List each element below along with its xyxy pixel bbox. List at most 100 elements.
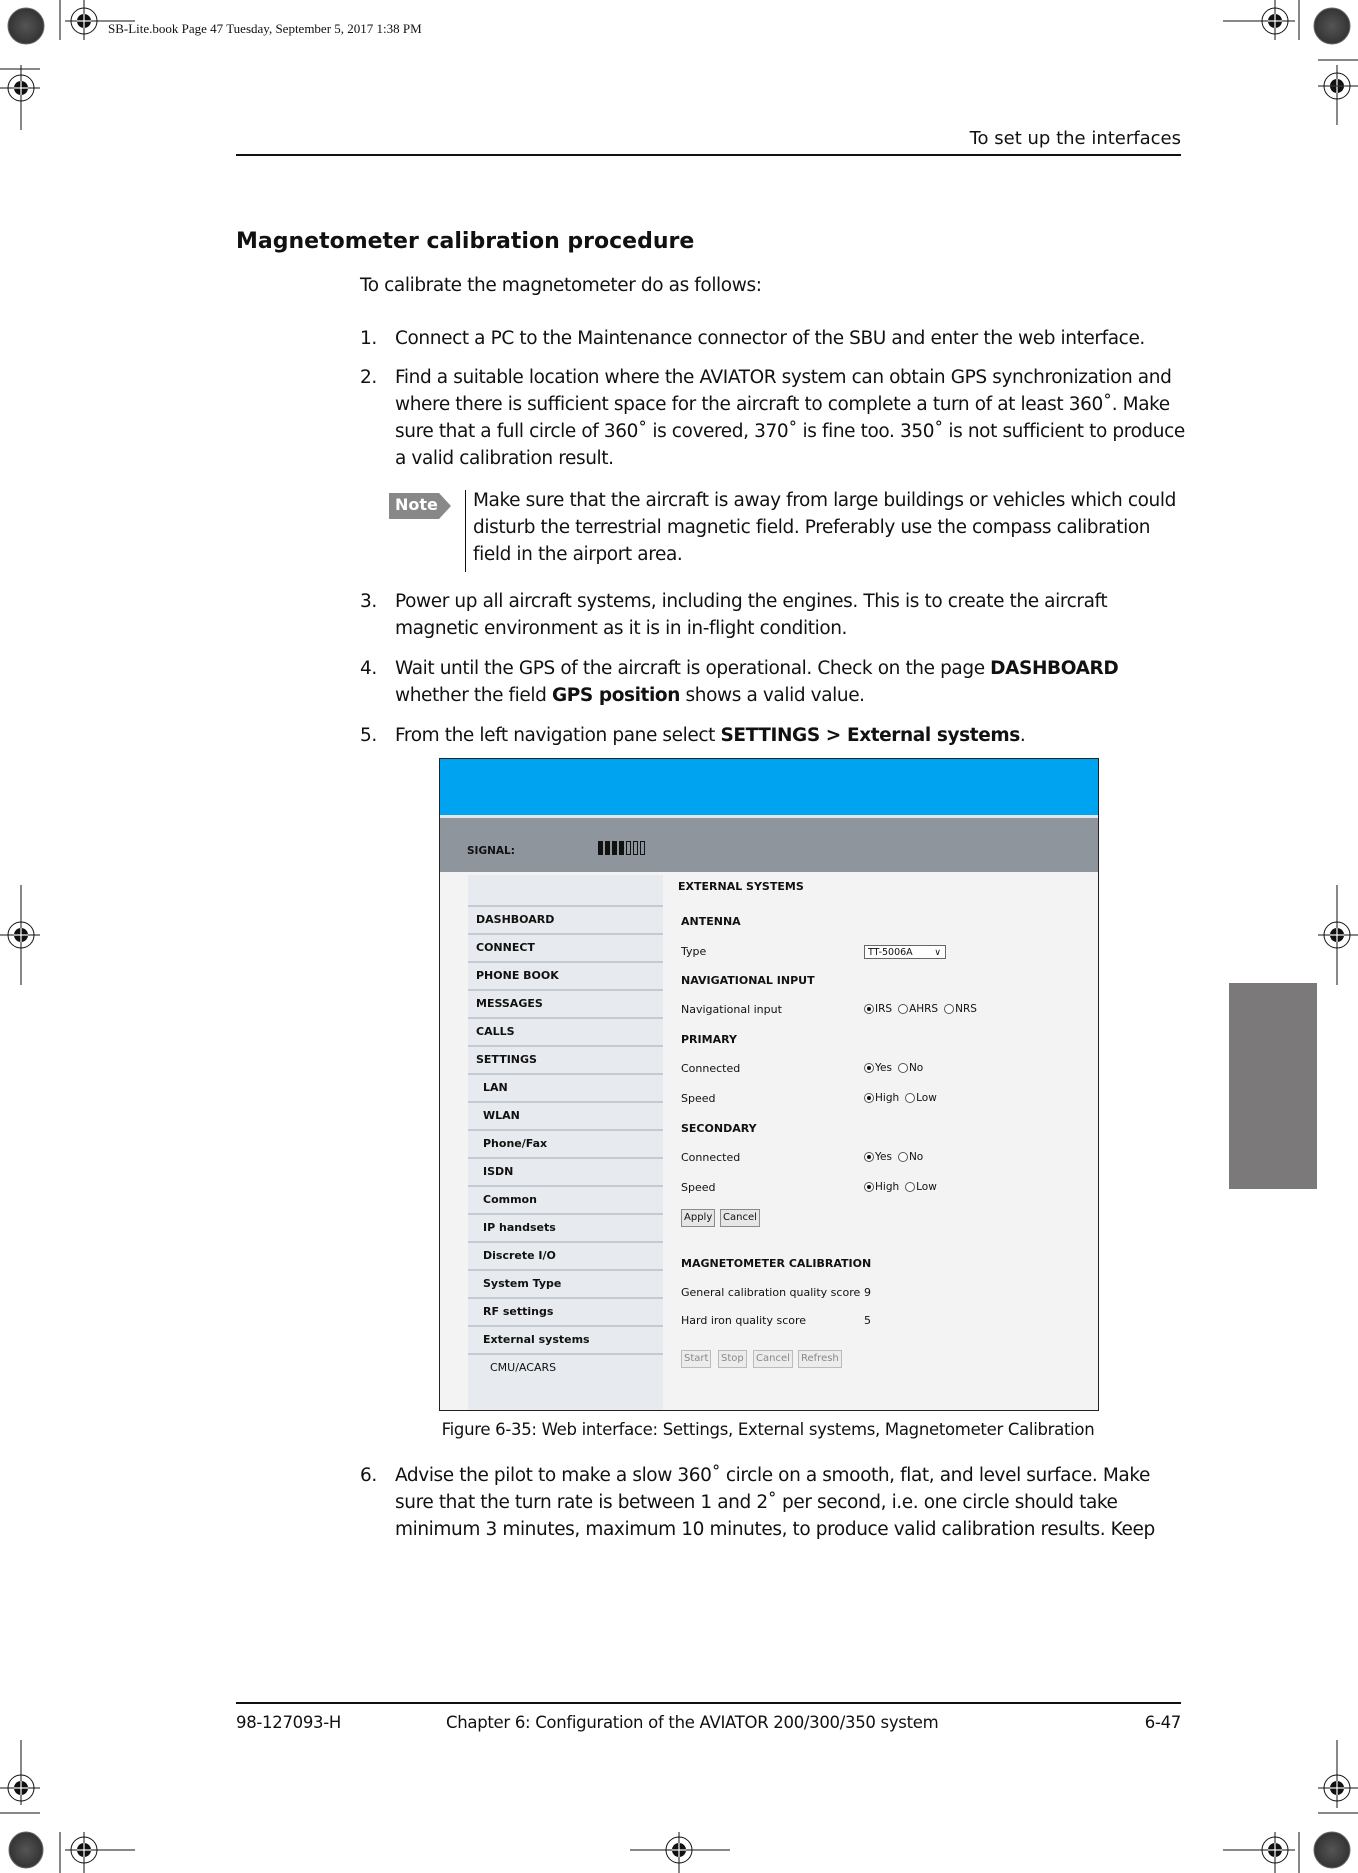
nav-item-discrete-i-o[interactable]: Discrete I/O: [468, 1241, 663, 1269]
note-label: Note: [395, 495, 438, 514]
step-text: Power up all aircraft systems, including…: [395, 591, 1108, 639]
note-divider: [465, 490, 466, 572]
radio-label: High: [875, 1092, 900, 1104]
nav-item-settings[interactable]: SETTINGS: [468, 1045, 663, 1073]
emphasis-gps-position: GPS position: [551, 685, 681, 706]
antenna-heading: ANTENNA: [681, 915, 741, 928]
secondary-connected-label: Connected: [681, 1151, 741, 1164]
emphasis-nav-path: SETTINGS > External systems: [720, 725, 1020, 746]
radio-label: Low: [916, 1181, 937, 1193]
section-title: Magnetometer calibration procedure: [236, 229, 695, 254]
magnetometer-heading: MAGNETOMETER CALIBRATION: [681, 1257, 872, 1270]
signal-bar: [440, 818, 1098, 872]
radio-nav_input-ahrs[interactable]: [898, 1004, 909, 1014]
radio-secondary-speed-high[interactable]: [864, 1182, 874, 1192]
nav-item-external-systems[interactable]: External systems: [468, 1325, 663, 1353]
nav-item-system-type[interactable]: System Type: [468, 1269, 663, 1297]
radio-label: AHRS: [909, 1003, 939, 1015]
nav-item-calls[interactable]: CALLS: [468, 1017, 663, 1045]
nav-item-ip-handsets[interactable]: IP handsets: [468, 1213, 663, 1241]
chevron-down-icon: ∨: [934, 948, 941, 958]
hard-iron-score-label: Hard iron quality score: [681, 1314, 807, 1327]
color-wheel-icon: [7, 7, 45, 45]
nav-input-label: Navigational input: [681, 1003, 782, 1016]
primary-connected-radios: Yes No: [864, 1062, 929, 1074]
signal-segment: [598, 841, 603, 855]
radio-nav_input-irs[interactable]: [864, 1004, 874, 1014]
nav-item-phone-book[interactable]: PHONE BOOK: [468, 961, 663, 989]
signal-label: SIGNAL:: [467, 845, 515, 857]
step-text: From the left navigation pane select SET…: [395, 725, 1026, 746]
stop-button[interactable]: Stop: [718, 1350, 747, 1368]
secondary-connected-radios: Yes No: [864, 1151, 929, 1163]
signal-segment: [619, 841, 624, 855]
radio-label: No: [908, 1062, 924, 1074]
nav-input-radios: IRS AHRS NRS: [864, 1003, 983, 1015]
print-slug: SB-Lite.book Page 47 Tuesday, September …: [108, 21, 422, 36]
refresh-button[interactable]: Refresh: [798, 1350, 842, 1368]
radio-primary-connected-yes[interactable]: [864, 1063, 874, 1073]
radio-label: No: [908, 1151, 924, 1163]
step-text: Find a suitable location where the AVIAT…: [395, 367, 1185, 469]
radio-primary-connected-no[interactable]: [897, 1063, 908, 1073]
radio-label: NRS: [955, 1003, 977, 1015]
nav-item-phone-fax[interactable]: Phone/Fax: [468, 1129, 663, 1157]
signal-segment: [626, 841, 631, 855]
step-text: Advise the pilot to make a slow 360˚ cir…: [395, 1465, 1155, 1540]
secondary-speed-radios: High Low: [864, 1181, 943, 1193]
secondary-heading: SECONDARY: [681, 1122, 757, 1135]
nav-item-connect[interactable]: CONNECT: [468, 933, 663, 961]
nav-item-lan[interactable]: LAN: [468, 1073, 663, 1101]
secondary-speed-label: Speed: [681, 1181, 716, 1194]
primary-heading: PRIMARY: [681, 1033, 737, 1046]
signal-segment: [605, 841, 610, 855]
signal-segment: [633, 841, 638, 855]
nav-item-dashboard[interactable]: DASHBOARD: [468, 905, 663, 933]
top-banner: [440, 759, 1098, 815]
step-number: 6.: [360, 1465, 377, 1486]
signal-segment: [612, 841, 617, 855]
calibration-cancel-button[interactable]: Cancel: [753, 1350, 793, 1368]
step-number: 5.: [360, 725, 377, 746]
nav-item-rf-settings[interactable]: RF settings: [468, 1297, 663, 1325]
step-text: Connect a PC to the Maintenance connecto…: [395, 328, 1145, 349]
step-number: 2.: [360, 367, 377, 388]
page-number: 6-47: [1144, 1713, 1182, 1732]
radio-label: IRS: [875, 1003, 893, 1015]
antenna-type-select[interactable]: TT-5006A ∨: [864, 945, 946, 959]
color-wheel-icon: [1313, 7, 1351, 45]
nav-item-isdn[interactable]: ISDN: [468, 1157, 663, 1185]
doc-number: 98-127093-H: [236, 1713, 341, 1732]
step-number: 4.: [360, 658, 377, 679]
nav-item-messages[interactable]: MESSAGES: [468, 989, 663, 1017]
radio-label: Yes: [875, 1062, 892, 1074]
step-text: Wait until the GPS of the aircraft is op…: [395, 658, 1119, 706]
color-wheel-icon: [8, 1831, 44, 1869]
radio-label: High: [875, 1181, 900, 1193]
radio-label: Yes: [875, 1151, 892, 1163]
chapter-thumb-tab: [1229, 983, 1317, 1189]
radio-secondary-speed-low[interactable]: [905, 1182, 916, 1192]
intro-text: To calibrate the magnetometer do as foll…: [360, 275, 762, 296]
nav-item-common[interactable]: Common: [468, 1185, 663, 1213]
radio-primary-speed-high[interactable]: [864, 1093, 874, 1103]
nav-item-wlan[interactable]: WLAN: [468, 1101, 663, 1129]
radio-secondary-connected-no[interactable]: [897, 1152, 908, 1162]
primary-connected-label: Connected: [681, 1062, 741, 1075]
primary-speed-label: Speed: [681, 1092, 716, 1105]
radio-primary-speed-low[interactable]: [905, 1093, 916, 1103]
radio-nav_input-nrs[interactable]: [944, 1004, 955, 1014]
cancel-button[interactable]: Cancel: [720, 1209, 760, 1227]
apply-button[interactable]: Apply: [681, 1209, 716, 1227]
nav-item-cmu-acars[interactable]: CMU/ACARS: [468, 1353, 663, 1381]
figure-caption: Figure 6-35: Web interface: Settings, Ex…: [441, 1420, 1095, 1439]
color-wheel-icon: [1313, 1831, 1351, 1869]
radio-secondary-connected-yes[interactable]: [864, 1152, 874, 1162]
header-rule: [236, 154, 1181, 156]
web-interface-screenshot: SIGNAL: DASHBOARD CONNECT PHONE BOOK MESSAG…: [439, 758, 1099, 1411]
chapter-title: Chapter 6: Configuration of the AVIATOR …: [446, 1713, 939, 1732]
left-nav: DASHBOARD CONNECT PHONE BOOK MESSAGES CALLS S…: [468, 875, 663, 1410]
signal-segment: [640, 841, 645, 855]
step-number: 1.: [360, 328, 377, 349]
start-button[interactable]: Start: [681, 1350, 712, 1368]
